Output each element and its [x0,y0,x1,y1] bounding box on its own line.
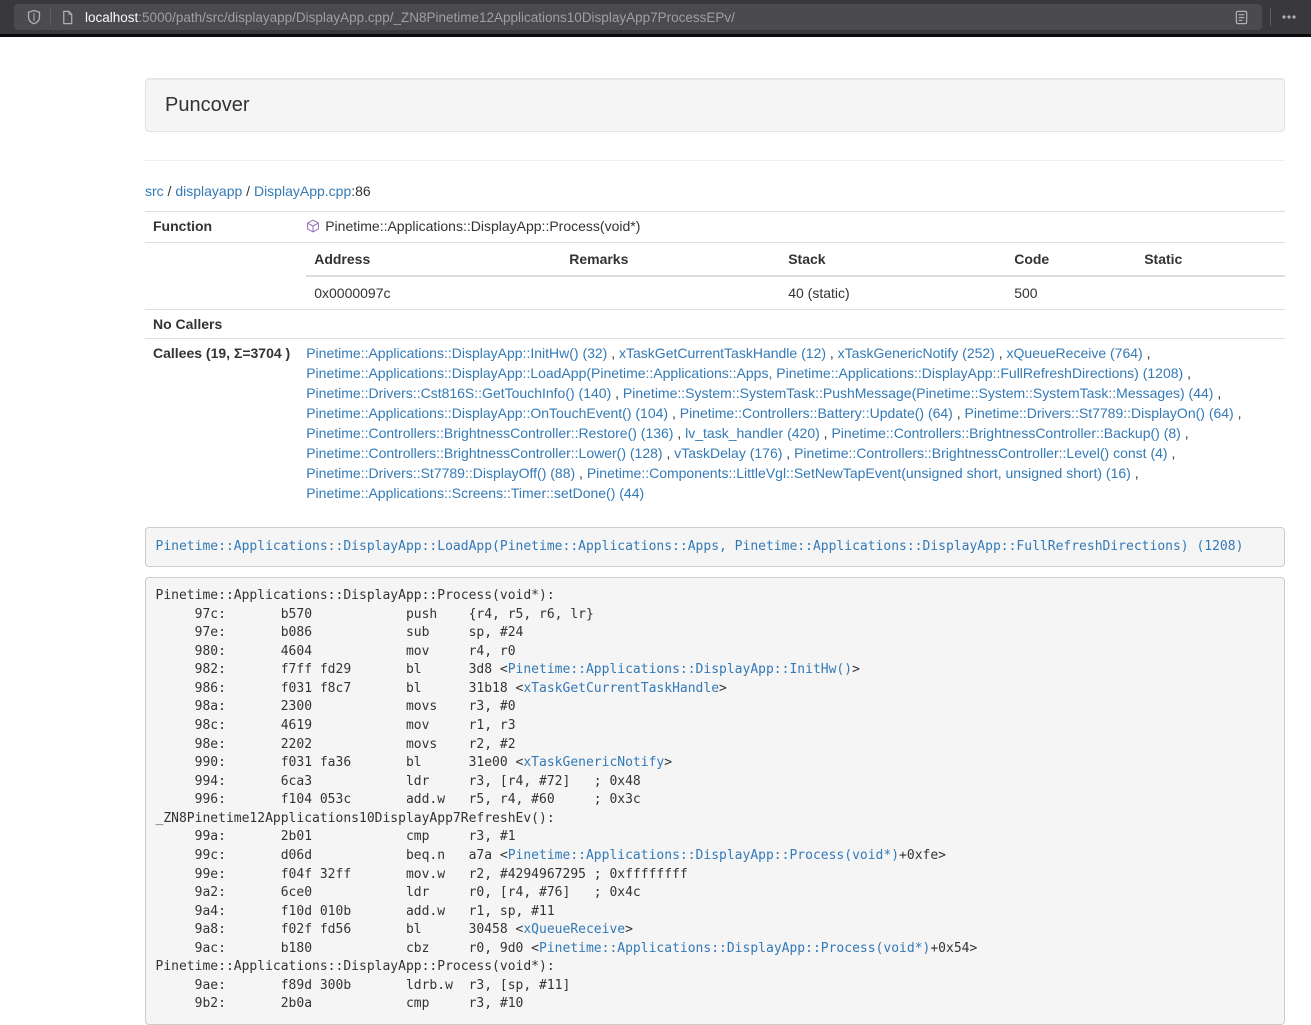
divider [145,160,1285,161]
function-detail-table: Address Remarks Stack Code Static 0x0000… [306,243,1285,309]
callee-separator: , [611,385,623,401]
url-bar[interactable]: localhost:5000/path/src/displayapp/Displ… [14,4,1262,30]
cell-address: 0x0000097c [306,276,561,309]
callers-row: No Callers [145,310,1285,339]
toolbar-divider [1270,8,1271,26]
assembly-symbol-link[interactable]: Pinetime::Applications::DisplayApp::Proc… [539,941,930,956]
function-detail-values: 0x0000097c 40 (static) 500 [306,276,1285,309]
function-label: Function [145,212,298,243]
callees-row: Callees (19, Σ=3704 ) Pinetime::Applicat… [145,339,1285,508]
column-static: Static [1136,243,1285,276]
callee-separator: , [782,445,794,461]
page-icon[interactable] [55,5,79,29]
callee-separator: , [1213,385,1221,401]
cell-remarks [561,276,780,309]
callee-separator: , [995,345,1007,361]
callee-link[interactable]: Pinetime::System::SystemTask::PushMessag… [623,385,1214,401]
url-path: :5000/path/src/displayapp/DisplayApp.cpp… [138,10,735,25]
callee-separator: , [1181,425,1189,441]
callee-separator: , [826,345,838,361]
callee-link[interactable]: Pinetime::Applications::DisplayApp::Load… [306,365,1183,381]
callee-separator: , [673,425,685,441]
callee-separator: , [663,445,675,461]
function-row: Function Pinetime::Applications::Display… [145,212,1285,243]
callee-link[interactable]: Pinetime::Drivers::St7789::DisplayOff() … [306,465,575,481]
callee-link[interactable]: lv_task_handler (420) [685,425,820,441]
callees-list: Pinetime::Applications::DisplayApp::Init… [298,339,1285,508]
callee-link[interactable]: xTaskGenericNotify (252) [838,345,995,361]
callees-label: Callees (19, Σ=3704 ) [145,339,298,508]
callee-link[interactable]: Pinetime::Applications::Screens::Timer::… [306,485,644,501]
callee-separator: , [668,405,680,421]
cell-code: 500 [1006,276,1136,309]
url-host: localhost [85,10,138,25]
no-callers-label: No Callers [145,310,298,339]
breadcrumb-link[interactable]: DisplayApp.cpp [254,183,351,199]
callee-separator: , [1183,365,1191,381]
breadcrumb-link[interactable]: displayapp [175,183,242,199]
page-actions-menu-icon[interactable] [1275,5,1303,29]
callee-link[interactable]: Pinetime::Applications::DisplayApp::Init… [306,345,607,361]
function-detail-row: Address Remarks Stack Code Static 0x0000… [145,243,1285,310]
column-code: Code [1006,243,1136,276]
assembly-symbol-link[interactable]: Pinetime::Applications::DisplayApp::Proc… [508,848,899,863]
page-title: Puncover [165,92,1265,118]
browser-toolbar: localhost:5000/path/src/displayapp/Displ… [0,0,1311,34]
loadapp-symbol-link[interactable]: Pinetime::Applications::DisplayApp::Load… [156,539,1244,554]
callee-link[interactable]: Pinetime::Controllers::BrightnessControl… [306,445,662,461]
breadcrumb: src / displayapp / DisplayApp.cpp:86 [145,181,1285,201]
callee-link[interactable]: Pinetime::Controllers::BrightnessControl… [831,425,1180,441]
url-text[interactable]: localhost:5000/path/src/displayapp/Displ… [85,10,1228,25]
cell-stack: 40 (static) [780,276,1006,309]
callee-link[interactable]: xTaskGetCurrentTaskHandle (12) [619,345,826,361]
function-name: Pinetime::Applications::DisplayApp::Proc… [325,218,640,234]
assembly-symbol-link[interactable]: xTaskGenericNotify [523,755,664,770]
callee-link[interactable]: Pinetime::Applications::DisplayApp::OnTo… [306,405,668,421]
callee-link[interactable]: xQueueReceive (764) [1007,345,1143,361]
callee-link[interactable]: Pinetime::Drivers::St7789::DisplayOn() (… [965,405,1234,421]
cell-static [1136,276,1285,309]
page-content: Puncover src / displayapp / DisplayApp.c… [145,37,1285,1025]
shield-icon[interactable] [22,5,46,29]
callee-link[interactable]: Pinetime::Controllers::BrightnessControl… [794,445,1167,461]
column-remarks: Remarks [561,243,780,276]
callee-link[interactable]: vTaskDelay (176) [674,445,782,461]
app-header-panel: Puncover [145,78,1285,132]
callee-separator: , [1131,465,1139,481]
symbol-table: Function Pinetime::Applications::Display… [145,211,1285,507]
callee-separator: , [1143,345,1151,361]
callee-separator: , [575,465,587,481]
callee-separator: , [1234,405,1242,421]
assembly-symbol-link[interactable]: Pinetime::Applications::DisplayApp::Init… [508,662,852,677]
callee-separator: , [820,425,832,441]
assembly-symbol-link[interactable]: xTaskGetCurrentTaskHandle [523,681,719,696]
assembly-symbol-link[interactable]: xQueueReceive [523,922,625,937]
callee-separator: , [1168,445,1176,461]
callee-link[interactable]: Pinetime::Drivers::Cst816S::GetTouchInfo… [306,385,611,401]
callee-link[interactable]: Pinetime::Controllers::BrightnessControl… [306,425,673,441]
assembly-code-block: Pinetime::Applications::DisplayApp::Proc… [145,577,1285,1025]
highlighted-symbol-box: Pinetime::Applications::DisplayApp::Load… [145,527,1285,567]
url-bar-divider [50,8,51,26]
callee-link[interactable]: Pinetime::Components::LittleVgl::SetNewT… [587,465,1131,481]
callee-link[interactable]: Pinetime::Controllers::Battery::Update()… [680,405,953,421]
callee-separator: , [607,345,619,361]
symbol-cube-icon [306,218,320,238]
breadcrumb-link[interactable]: src [145,183,164,199]
callee-separator: , [953,405,965,421]
reader-mode-icon[interactable] [1228,5,1254,29]
column-address: Address [306,243,561,276]
column-stack: Stack [780,243,1006,276]
